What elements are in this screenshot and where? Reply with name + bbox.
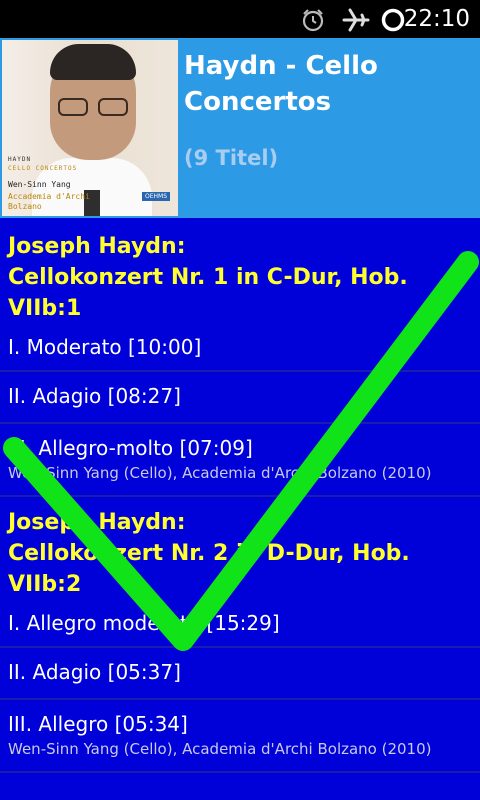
track-performers: Wen-Sinn Yang (Cello), Academia d'Archi … — [8, 740, 432, 758]
album-header[interactable]: HAYDN CELLO CONCERTOS Wen-Sinn Yang Acca… — [0, 38, 480, 218]
work-group: Joseph Haydn: Cellokonzert Nr. 1 in C-Dur… — [0, 221, 480, 497]
work-group: Joseph Haydn: Cellokonzert Nr. 2 in D-Dur… — [0, 497, 480, 773]
track-name: II. Adagio [08:27] — [8, 384, 181, 408]
loading-ring-icon — [381, 8, 405, 32]
track-item[interactable]: I. Allegro moderato [15:29] — [0, 600, 480, 648]
album-cover: HAYDN CELLO CONCERTOS Wen-Sinn Yang Acca… — [2, 40, 178, 216]
work-title: Joseph Haydn: Cellokonzert Nr. 1 in C-Dur… — [8, 234, 408, 321]
cover-orchestra: Accademia d'Archi Bolzano — [8, 192, 90, 211]
airplane-mode-icon — [342, 8, 370, 32]
track-item[interactable]: II. Adagio [08:27] — [0, 372, 480, 424]
track-name: III. Allegro-molto [07:09] — [8, 436, 253, 460]
track-item[interactable]: I. Moderato [10:00] — [0, 324, 480, 372]
status-time: 22:10 — [403, 6, 470, 32]
work-title: Joseph Haydn: Cellokonzert Nr. 2 in D-Dur… — [8, 510, 410, 597]
track-list: Joseph Haydn: Cellokonzert Nr. 1 in C-Dur… — [0, 221, 480, 773]
track-item[interactable]: III. Allegro-molto [07:09] Wen-Sinn Yang… — [0, 424, 480, 497]
cover-artist: Wen-Sinn Yang — [8, 180, 71, 189]
track-performers: Wen-Sinn Yang (Cello), Academia d'Archi … — [8, 464, 432, 482]
cover-title: HAYDN — [8, 156, 32, 163]
album-title: Haydn - Cello Concertos — [184, 51, 378, 117]
track-item[interactable]: II. Adagio [05:37] — [0, 648, 480, 700]
track-name: I. Allegro moderato [15:29] — [8, 611, 280, 635]
status-bar: 22:10 — [0, 0, 480, 38]
alarm-icon — [302, 9, 324, 32]
cover-label: OEHMS — [142, 192, 171, 201]
cover-subtitle: CELLO CONCERTOS — [8, 165, 78, 172]
track-item[interactable]: III. Allegro [05:34] Wen-Sinn Yang (Cell… — [0, 700, 480, 773]
track-name: I. Moderato [10:00] — [8, 335, 202, 359]
track-count: (9 Titel) — [184, 146, 279, 170]
track-name: II. Adagio [05:37] — [8, 660, 181, 684]
track-name: III. Allegro [05:34] — [8, 712, 188, 736]
